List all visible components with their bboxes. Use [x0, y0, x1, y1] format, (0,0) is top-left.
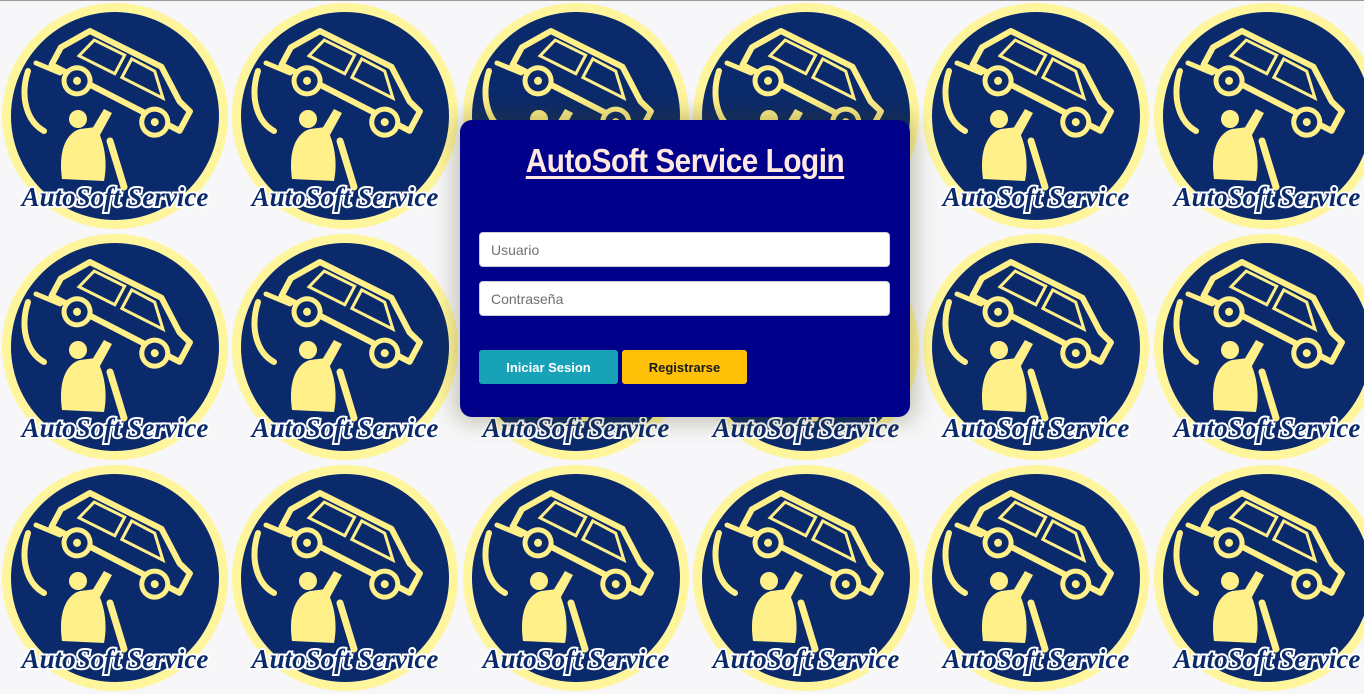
autosoft-logo-tile: AutoSoft Service [1152, 1, 1364, 231]
logo-text: AutoSoft Service [1172, 413, 1361, 443]
login-title: AutoSoft Service Login [525, 142, 845, 179]
login-panel: AutoSoft Service Login Iniciar Sesion Re… [460, 120, 910, 417]
autosoft-logo-tile: AutoSoft Service [921, 232, 1151, 462]
autosoft-logo-tile: AutoSoft Service [1152, 232, 1364, 462]
logo-text: AutoSoft Service [20, 182, 209, 212]
autosoft-logo-tile: AutoSoft Service [0, 232, 230, 462]
logo-text: AutoSoft Service [481, 644, 670, 674]
logo-text: AutoSoft Service [20, 644, 209, 674]
autosoft-logo-tile: AutoSoft Service [230, 232, 460, 462]
autosoft-logo-tile: AutoSoft Service [230, 463, 460, 693]
logo-text: AutoSoft Service [941, 182, 1130, 212]
logo-text: AutoSoft Service [250, 644, 439, 674]
logo-text: AutoSoft Service [250, 413, 439, 443]
logo-text: AutoSoft Service [941, 644, 1130, 674]
autosoft-logo-tile: AutoSoft Service [230, 1, 460, 231]
logo-text: AutoSoft Service [1172, 182, 1361, 212]
autosoft-logo-tile: AutoSoft Service [0, 1, 230, 231]
autosoft-logo-tile: AutoSoft Service [461, 463, 691, 693]
logo-text: AutoSoft Service [481, 413, 670, 443]
autosoft-logo-tile: AutoSoft Service [921, 1, 1151, 231]
logo-text: AutoSoft Service [1172, 644, 1361, 674]
logo-text: AutoSoft Service [711, 413, 900, 443]
autosoft-logo-tile: AutoSoft Service [1152, 463, 1364, 693]
register-button[interactable]: Registrarse [622, 350, 747, 384]
logo-text: AutoSoft Service [711, 644, 900, 674]
logo-text: AutoSoft Service [941, 413, 1130, 443]
logo-text: AutoSoft Service [20, 413, 209, 443]
username-input[interactable] [479, 232, 890, 267]
password-input[interactable] [479, 281, 890, 316]
autosoft-logo-tile: AutoSoft Service [691, 463, 921, 693]
login-button[interactable]: Iniciar Sesion [479, 350, 618, 384]
logo-text: AutoSoft Service [250, 182, 439, 212]
autosoft-logo-tile: AutoSoft Service [0, 463, 230, 693]
autosoft-logo-tile: AutoSoft Service [921, 463, 1151, 693]
